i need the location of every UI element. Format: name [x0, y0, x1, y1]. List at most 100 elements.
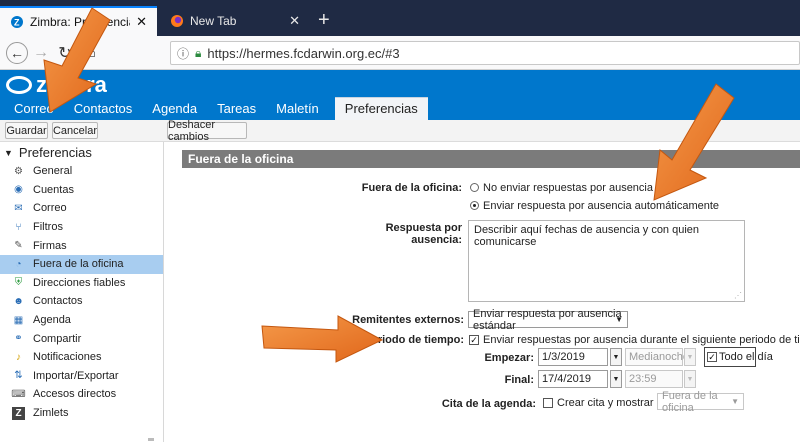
sidebar-item-zimlets[interactable]: Z Zimlets: [0, 404, 163, 423]
end-label: Final:: [504, 374, 534, 386]
no-reply-radio[interactable]: [470, 183, 479, 192]
start-date-input[interactable]: 1/3/2019: [538, 348, 608, 366]
save-button[interactable]: Guardar: [5, 122, 48, 139]
sidebar-item-direcciones-fiables[interactable]: ⛨ Direcciones fiables: [0, 274, 163, 293]
zimlet-icon: Z: [12, 406, 25, 420]
tab-close-icon[interactable]: ✕: [289, 13, 300, 29]
sidebar-item-firmas[interactable]: ✎ Firmas: [0, 236, 163, 255]
sidebar-list: ⚙ General ◉ Cuentas ✉ Correo ⑂ Filtros ✎…: [0, 162, 163, 422]
preferences-sidebar: ▼ Preferencias ⚙ General ◉ Cuentas ✉ Cor…: [0, 142, 164, 442]
back-arrow-icon[interactable]: ←: [6, 42, 28, 64]
tab-tareas[interactable]: Tareas: [207, 98, 266, 120]
accounts-icon: ◉: [14, 184, 23, 196]
browser-tab-zimbra[interactable]: Z Zimbra: Preferencias: Fuera de la of ✕: [0, 6, 157, 36]
all-day-label[interactable]: Todo el día: [719, 351, 773, 363]
start-time-input[interactable]: Medianoche: [625, 348, 689, 366]
sidebar-item-cuentas[interactable]: ◉ Cuentas: [0, 181, 163, 200]
sidebar-item-filtros[interactable]: ⑂ Filtros: [0, 218, 163, 237]
app-tabs: Correo Contactos Agenda Tareas Maletín P…: [0, 97, 428, 120]
calendar-icon: ▦: [13, 314, 24, 326]
svg-text:Z: Z: [14, 18, 20, 28]
url-bar[interactable]: ⓘ 🔒︎ https://hermes.fcdarwin.org.ec/#3: [170, 41, 800, 65]
sidebar-item-correo[interactable]: ✉ Correo: [0, 199, 163, 218]
info-icon[interactable]: ⓘ: [177, 45, 189, 62]
sidebar-item-label: Firmas: [33, 239, 67, 252]
show-as-select[interactable]: Fuera de la oficina ▼: [657, 390, 744, 414]
tab-correo[interactable]: Correo: [0, 98, 64, 120]
external-senders-value: Enviar respuesta por ausencia estándar: [473, 307, 622, 332]
preferences-main-panel: Fuera de la oficina Fuera de la oficina:…: [164, 142, 800, 442]
sidebar-item-label: Fuera de la oficina: [33, 258, 124, 271]
sidebar-item-agenda[interactable]: ▦ Agenda: [0, 311, 163, 330]
cancel-button[interactable]: Cancelar: [52, 122, 98, 139]
sidebar-item-label: Notificaciones: [33, 351, 102, 364]
tab-contactos[interactable]: Contactos: [64, 98, 143, 120]
sidebar-item-importar-exportar[interactable]: ⇅ Importar/Exportar: [0, 367, 163, 386]
collapse-triangle-icon[interactable]: ▼: [4, 148, 13, 158]
tab-agenda[interactable]: Agenda: [142, 98, 207, 120]
reply-label: Respuesta por ausencia:: [385, 222, 462, 246]
out-of-office-icon: ◔: [15, 258, 22, 270]
time-period-checkbox-label[interactable]: Enviar respuestas por ausencia durante e…: [483, 334, 800, 346]
end-date-input[interactable]: 17/4/2019: [538, 370, 608, 388]
zimbra-logo[interactable]: zimbra: [6, 72, 107, 98]
sidebar-item-contactos[interactable]: ☻ Contactos: [0, 292, 163, 311]
tab-close-icon[interactable]: ✕: [136, 14, 147, 30]
sidebar-item-label: Zimlets: [33, 407, 69, 420]
share-icon: ⚭: [14, 333, 23, 345]
import-export-icon: ⇅: [14, 370, 23, 382]
sidebar-title: Preferencias: [18, 145, 92, 160]
sidebar-item-accesos-directos[interactable]: ⌨ Accesos directos: [0, 385, 163, 404]
sidebar-item-label: Compartir: [33, 332, 82, 345]
mail-icon: ✉: [14, 202, 23, 214]
toolbar: Guardar Cancelar Deshacer cambios: [0, 119, 800, 143]
sidebar-item-label: Cuentas: [33, 183, 74, 196]
external-senders-select[interactable]: Enviar respuesta por ausencia estándar ▼: [468, 308, 628, 332]
calendar-appointment-label: Cita de la agenda:: [441, 398, 536, 410]
all-day-box: ✓ Todo el día: [704, 347, 773, 367]
end-time-dropdown-button[interactable]: ▼: [684, 370, 696, 388]
sidebar-item-label: Contactos: [33, 295, 83, 308]
new-tab-button[interactable]: +: [318, 10, 330, 30]
create-appointment-checkbox[interactable]: [543, 398, 553, 408]
end-date-picker-button[interactable]: ▼: [610, 370, 622, 388]
time-period-label: Periodo de tiempo:: [364, 334, 464, 346]
signature-icon: ✎: [14, 240, 23, 252]
forward-arrow-icon[interactable]: →: [30, 42, 52, 64]
reply-text[interactable]: Describir aquí fechas de ausencia y con …: [474, 224, 699, 248]
browser-tab-new[interactable]: New Tab ✕: [160, 6, 310, 36]
sidebar-item-label: Accesos directos: [33, 388, 117, 401]
tab-preferencias[interactable]: Preferencias: [334, 97, 428, 120]
sidebar-item-label: Importar/Exportar: [33, 369, 119, 382]
time-period-checkbox[interactable]: ✓: [469, 335, 479, 345]
reply-textarea[interactable]: Describir aquí fechas de ausencia y con …: [468, 220, 745, 302]
no-reply-radio-label[interactable]: No enviar respuestas por ausencia: [483, 182, 653, 194]
end-time-input[interactable]: 23:59: [625, 370, 683, 388]
url-text[interactable]: https://hermes.fcdarwin.org.ec/#3: [207, 46, 399, 61]
sidebar-item-label: Filtros: [33, 221, 63, 234]
resize-grip-icon[interactable]: ⋰: [734, 291, 742, 300]
lock-icon[interactable]: 🔒︎: [195, 46, 201, 61]
sidebar-item-notificaciones[interactable]: ♪ Notificaciones: [0, 348, 163, 367]
contacts-icon: ☻: [13, 295, 24, 307]
start-time-dropdown-button[interactable]: ▼: [684, 348, 696, 366]
undo-changes-button[interactable]: Deshacer cambios: [167, 119, 247, 143]
sidebar-item-label: General: [33, 165, 73, 178]
sidebar-header[interactable]: ▼ Preferencias: [4, 145, 92, 160]
bell-icon: ♪: [16, 351, 21, 363]
home-icon[interactable]: ⌂: [80, 42, 102, 64]
sidebar-scrollbar[interactable]: [148, 438, 154, 441]
sidebar-item-fuera-de-la-oficina[interactable]: ◔ Fuera de la oficina: [0, 254, 163, 274]
browser-tab-title: New Tab: [190, 14, 237, 28]
sidebar-item-general[interactable]: ⚙ General: [0, 162, 163, 181]
external-senders-label: Remitentes externos:: [352, 314, 464, 326]
zimbra-logo-icon: [6, 76, 32, 94]
tab-maletin[interactable]: Maletín: [266, 98, 329, 120]
browser-nav-bar: ← → ↻ ⌂ ⓘ 🔒︎ https://hermes.fcdarwin.org…: [0, 36, 800, 70]
sidebar-item-compartir[interactable]: ⚭ Compartir: [0, 329, 163, 348]
reload-icon[interactable]: ↻: [54, 42, 76, 64]
start-date-picker-button[interactable]: ▼: [610, 348, 622, 366]
auto-reply-radio-label[interactable]: Enviar respuesta por ausencia automática…: [483, 200, 719, 212]
auto-reply-radio[interactable]: [470, 201, 479, 210]
all-day-checkbox[interactable]: ✓: [707, 352, 717, 362]
